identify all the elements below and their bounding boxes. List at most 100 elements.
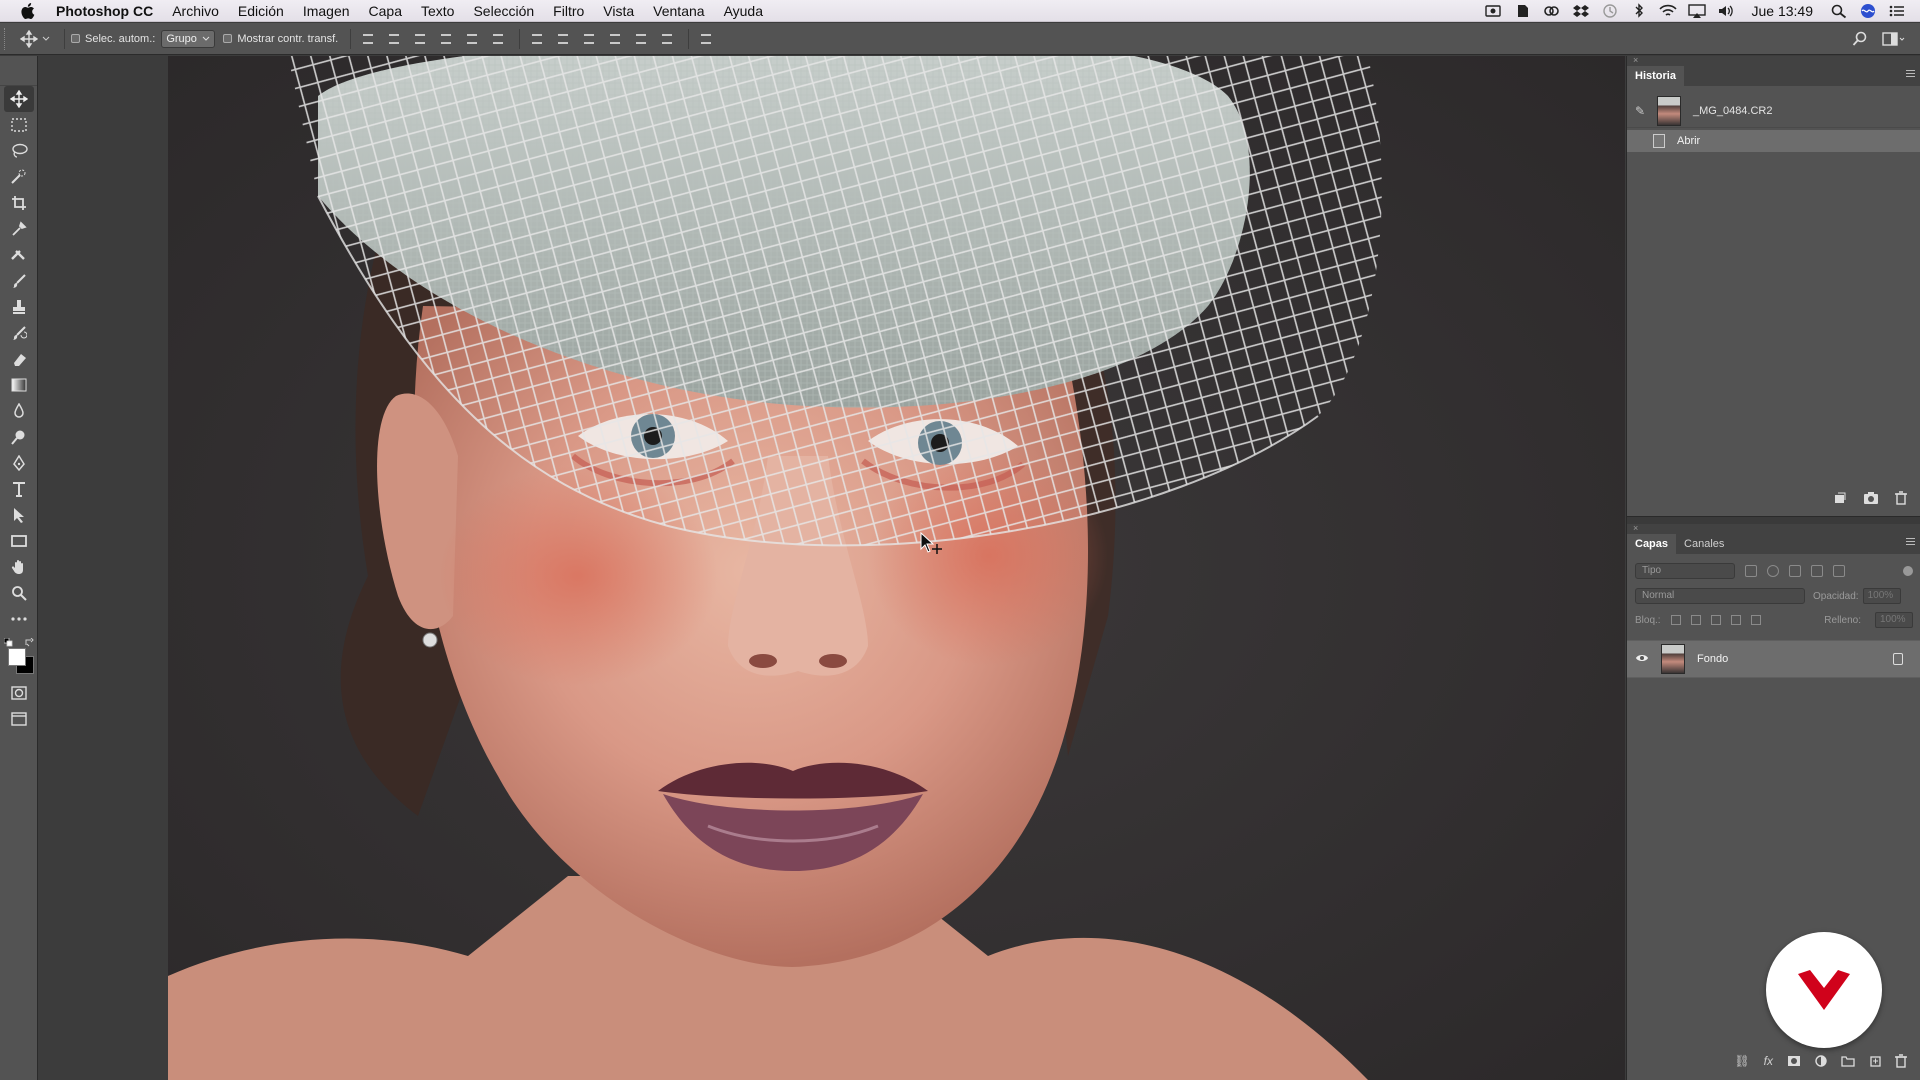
document-window[interactable]: [39, 56, 1625, 1080]
healing-brush-tool[interactable]: [4, 242, 34, 268]
canvas-image[interactable]: [168, 56, 1625, 1080]
quick-mask-button[interactable]: [4, 680, 34, 706]
trash-icon[interactable]: [1895, 491, 1907, 505]
tools-panel-header[interactable]: [0, 56, 37, 86]
lock-transparent-pixels-icon[interactable]: [1670, 615, 1681, 625]
lock-image-pixels-icon[interactable]: [1690, 615, 1701, 625]
distribute-top-button[interactable]: [526, 29, 548, 49]
zoom-tool[interactable]: [4, 580, 34, 606]
show-transform-controls-checkbox[interactable]: Mostrar contr. transf.: [223, 33, 338, 45]
siri-icon[interactable]: [1859, 3, 1877, 19]
notification-center-icon[interactable]: [1888, 3, 1906, 19]
fill-field[interactable]: 100%: [1875, 612, 1913, 628]
distribute-right-button[interactable]: [656, 29, 678, 49]
filter-adjustment-icon[interactable]: [1767, 565, 1779, 577]
menu-ayuda[interactable]: Ayuda: [724, 3, 763, 19]
edit-toolbar-button[interactable]: [4, 606, 34, 632]
workspace-switcher-icon[interactable]: [1882, 31, 1906, 47]
lock-icon[interactable]: [1893, 653, 1903, 665]
align-vertical-center-button[interactable]: [383, 29, 405, 49]
bluetooth-icon[interactable]: [1630, 2, 1648, 19]
menubar-clock[interactable]: Jue 13:49: [1752, 3, 1814, 19]
quick-select-tool[interactable]: [4, 164, 34, 190]
filter-pixel-icon[interactable]: [1745, 565, 1757, 577]
tab-channels[interactable]: Canales: [1676, 534, 1732, 554]
options-bar-grip[interactable]: [4, 27, 10, 50]
adjustment-layer-icon[interactable]: [1815, 1055, 1827, 1067]
panel-divider[interactable]: [1627, 516, 1920, 524]
tab-history[interactable]: Historia: [1627, 66, 1684, 86]
creative-cloud-icon[interactable]: [1543, 3, 1561, 19]
filter-type-icon[interactable]: [1789, 565, 1801, 577]
menu-capa[interactable]: Capa: [369, 3, 402, 19]
app-name-menu[interactable]: Photoshop CC: [56, 3, 153, 19]
foreground-color-swatch[interactable]: [7, 648, 26, 666]
history-brush-tool[interactable]: [4, 320, 34, 346]
lock-position-icon[interactable]: [1710, 615, 1721, 625]
auto-align-layers-button[interactable]: [695, 29, 717, 49]
screen-record-icon[interactable]: [1484, 3, 1503, 19]
time-machine-icon[interactable]: [1601, 3, 1619, 19]
menu-imagen[interactable]: Imagen: [303, 3, 350, 19]
eye-icon[interactable]: [1635, 652, 1653, 666]
airplay-icon[interactable]: [1687, 3, 1706, 19]
panel-close-bar[interactable]: ×: [1627, 524, 1920, 533]
align-horizontal-center-button[interactable]: [461, 29, 483, 49]
clone-stamp-tool[interactable]: [4, 294, 34, 320]
tool-preset-picker[interactable]: [20, 29, 50, 48]
filter-toggle-icon[interactable]: [1903, 566, 1913, 576]
swap-colors-icon[interactable]: [25, 638, 34, 647]
link-layers-icon[interactable]: ⛓: [1734, 1054, 1749, 1068]
layer-row[interactable]: Fondo: [1627, 640, 1920, 678]
menu-vista[interactable]: Vista: [603, 3, 634, 19]
lock-all-icon[interactable]: [1750, 615, 1761, 625]
distribute-left-button[interactable]: [604, 29, 626, 49]
dodge-tool[interactable]: [4, 424, 34, 450]
distribute-horizontal-center-button[interactable]: [630, 29, 652, 49]
menu-texto[interactable]: Texto: [421, 3, 454, 19]
marquee-tool[interactable]: [4, 112, 34, 138]
path-selection-tool[interactable]: [4, 502, 34, 528]
pen-tool[interactable]: [4, 450, 34, 476]
screen-mode-button[interactable]: [4, 706, 34, 732]
history-brush-source-icon[interactable]: ✎: [1635, 104, 1649, 118]
spotlight-search-icon[interactable]: [1830, 3, 1848, 19]
menu-edicion[interactable]: Edición: [238, 3, 284, 19]
menu-archivo[interactable]: Archivo: [172, 3, 219, 19]
panel-close-bar[interactable]: ×: [1627, 56, 1920, 65]
brush-tool[interactable]: [4, 268, 34, 294]
gradient-tool[interactable]: [4, 372, 34, 398]
type-tool[interactable]: [4, 476, 34, 502]
align-left-button[interactable]: [435, 29, 457, 49]
prevent-autonest-icon[interactable]: [1730, 615, 1741, 625]
new-document-from-state-icon[interactable]: [1833, 491, 1847, 505]
history-snapshot[interactable]: ✎ _MG_0484.CR2: [1627, 94, 1920, 128]
opacity-field[interactable]: 100%: [1862, 588, 1901, 604]
checkbox-box[interactable]: [223, 34, 233, 43]
rectangle-tool[interactable]: [4, 528, 34, 554]
checkbox-box[interactable]: [71, 34, 80, 43]
dropbox-icon[interactable]: [1572, 3, 1590, 19]
evernote-icon[interactable]: [1514, 3, 1532, 19]
search-icon[interactable]: [1852, 31, 1868, 47]
wifi-icon[interactable]: [1658, 3, 1677, 19]
history-step[interactable]: Abrir: [1627, 130, 1920, 152]
align-top-button[interactable]: [357, 29, 379, 49]
filter-shape-icon[interactable]: [1811, 565, 1823, 577]
auto-select-dropdown[interactable]: Grupo: [161, 29, 216, 48]
eyedropper-tool[interactable]: [4, 216, 34, 242]
hand-tool[interactable]: [4, 554, 34, 580]
menu-filtro[interactable]: Filtro: [553, 3, 584, 19]
blend-mode-dropdown[interactable]: Normal: [1635, 588, 1805, 604]
tab-layers[interactable]: Capas: [1627, 534, 1677, 554]
align-right-button[interactable]: [487, 29, 509, 49]
crop-tool[interactable]: [4, 190, 34, 216]
distribute-vertical-center-button[interactable]: [552, 29, 574, 49]
filter-smart-object-icon[interactable]: [1833, 565, 1845, 577]
menu-seleccion[interactable]: Selección: [473, 3, 534, 19]
align-bottom-button[interactable]: [409, 29, 431, 49]
fx-icon[interactable]: fx: [1764, 1054, 1773, 1068]
auto-select-checkbox[interactable]: Selec. autom.:: [71, 33, 155, 45]
move-tool[interactable]: [3, 86, 34, 112]
default-colors-icon[interactable]: [3, 638, 13, 647]
